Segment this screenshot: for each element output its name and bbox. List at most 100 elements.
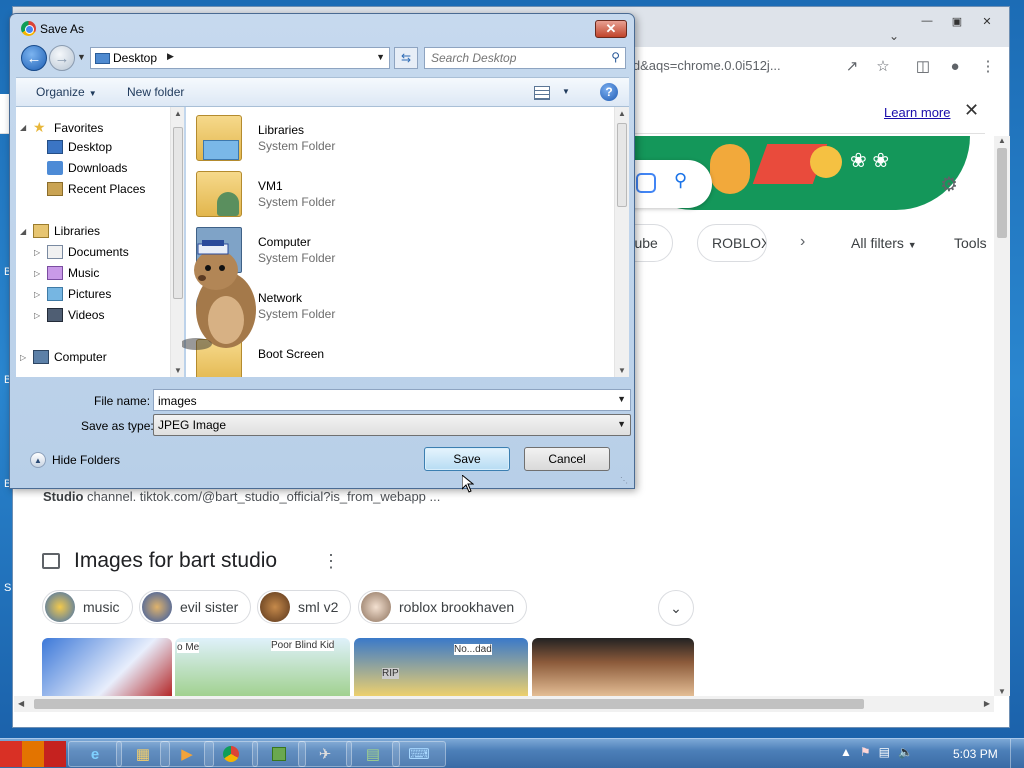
action-center-icon[interactable]: ⚑ bbox=[860, 745, 871, 759]
show-desktop-button[interactable] bbox=[1010, 739, 1024, 768]
nav-recent-places[interactable]: Recent Places bbox=[34, 182, 145, 196]
volume-muted-icon[interactable]: 🔈 bbox=[898, 745, 913, 759]
tab-search-icon[interactable]: ⌄ bbox=[889, 29, 899, 43]
tree-collapsed-icon[interactable]: ▷ bbox=[20, 353, 28, 362]
scroll-left-icon[interactable]: ◀ bbox=[18, 699, 24, 708]
location-dropdown-icon[interactable]: ▼ bbox=[376, 52, 385, 62]
share-icon[interactable]: ↗ bbox=[842, 56, 862, 76]
file-name-field[interactable]: ▼ bbox=[153, 389, 631, 411]
tree-collapsed-icon[interactable]: ▷ bbox=[34, 290, 42, 299]
forward-button[interactable]: → bbox=[49, 45, 75, 71]
hide-folders-button[interactable]: ▲ Hide Folders bbox=[30, 452, 120, 468]
tree-expanded-icon[interactable]: ◢ bbox=[20, 123, 28, 132]
scroll-thumb[interactable] bbox=[617, 123, 627, 207]
scroll-down-icon[interactable]: ▼ bbox=[618, 366, 626, 375]
show-hidden-icons[interactable]: ▲ bbox=[840, 745, 852, 759]
new-folder-button[interactable]: New folder bbox=[127, 85, 184, 99]
file-name: Network bbox=[258, 291, 303, 305]
nav-documents[interactable]: ▷ Documents bbox=[34, 245, 129, 259]
expand-chips-button[interactable]: ⌄ bbox=[658, 590, 694, 626]
hamster-desktop-pet[interactable] bbox=[182, 240, 262, 352]
file-name-input[interactable] bbox=[158, 393, 608, 408]
image-thumbnail[interactable] bbox=[42, 638, 172, 698]
page-scrollbar-vertical[interactable]: ▲ ▼ bbox=[994, 136, 1010, 696]
more-vert-icon[interactable]: ⋮ bbox=[322, 551, 340, 572]
taskbar-ie[interactable]: e bbox=[68, 741, 122, 767]
view-dropdown-icon[interactable]: ▼ bbox=[562, 87, 570, 96]
bookmark-star-icon[interactable]: ☆ bbox=[873, 56, 893, 76]
tree-collapsed-icon[interactable]: ▷ bbox=[34, 248, 42, 257]
image-thumbnail[interactable] bbox=[532, 638, 694, 698]
minimize-icon[interactable]: — bbox=[913, 12, 941, 30]
tree-collapsed-icon[interactable]: ▷ bbox=[34, 269, 42, 278]
refresh-button[interactable]: ⇆ bbox=[394, 47, 418, 69]
scroll-thumb[interactable] bbox=[34, 699, 864, 709]
chip-roblox[interactable]: ROBLOX bbox=[697, 224, 767, 262]
nav-desktop[interactable]: Desktop bbox=[34, 140, 112, 154]
organize-button[interactable]: Organize ▼ bbox=[36, 85, 97, 99]
breadcrumb-arrow-icon[interactable]: ▶ bbox=[167, 51, 174, 62]
image-chip-evil-sister[interactable]: evil sister bbox=[139, 590, 252, 624]
learn-more-link[interactable]: Learn more bbox=[884, 105, 950, 120]
scroll-up-icon[interactable]: ▲ bbox=[618, 109, 626, 118]
clock[interactable]: 5:03 PM bbox=[953, 747, 998, 761]
page-scrollbar-horizontal[interactable]: ◀ ▶ bbox=[14, 696, 994, 712]
side-panel-icon[interactable]: ◫ bbox=[913, 56, 933, 76]
location-text[interactable]: Desktop bbox=[113, 51, 157, 65]
close-icon[interactable]: ✕ bbox=[973, 12, 1001, 30]
infobar-close-icon[interactable]: ✕ bbox=[964, 100, 979, 121]
nav-videos[interactable]: ▷ Videos bbox=[34, 308, 104, 322]
nav-libraries[interactable]: ◢ Libraries bbox=[20, 224, 100, 238]
search-icon[interactable]: ⚲ bbox=[674, 170, 687, 191]
settings-gear-icon[interactable]: ⚙ bbox=[940, 172, 958, 197]
image-thumbnail[interactable]: No...dad RIP bbox=[354, 638, 528, 698]
view-options-icon[interactable] bbox=[534, 86, 550, 100]
file-item-vm1[interactable]: VM1 System Folder bbox=[196, 171, 456, 225]
image-chip-music[interactable]: music bbox=[42, 590, 133, 624]
save-as-type-select[interactable]: JPEG Image ▼ bbox=[153, 414, 631, 436]
nav-computer[interactable]: ▷ Computer bbox=[20, 350, 107, 364]
recent-locations-dropdown-icon[interactable]: ▼ bbox=[77, 52, 86, 62]
nav-pictures[interactable]: ▷ Pictures bbox=[34, 287, 111, 301]
image-chip-sml-v2[interactable]: sml v2 bbox=[257, 590, 352, 624]
scroll-down-icon[interactable]: ▼ bbox=[174, 366, 182, 375]
help-icon[interactable]: ? bbox=[600, 83, 618, 101]
file-list-scrollbar[interactable]: ▲ ▼ bbox=[614, 107, 629, 377]
file-name-dropdown-icon[interactable]: ▼ bbox=[617, 394, 626, 404]
taskbar-app[interactable]: ⌨ bbox=[392, 741, 446, 767]
menu-dots-icon[interactable]: ⋮ bbox=[978, 56, 998, 76]
nav-music[interactable]: ▷ Music bbox=[34, 266, 99, 280]
search-input[interactable] bbox=[431, 50, 601, 66]
all-filters-button[interactable]: All filters ▼ bbox=[851, 235, 917, 251]
save-button[interactable]: Save bbox=[424, 447, 510, 471]
chevron-right-icon[interactable]: › bbox=[800, 233, 805, 251]
location-bar[interactable]: Desktop ▶ ▼ bbox=[90, 47, 390, 69]
taskbar-app[interactable]: ✈ bbox=[298, 741, 352, 767]
image-thumbnail[interactable]: o Me Poor Blind Kid bbox=[175, 638, 350, 698]
tree-expanded-icon[interactable]: ◢ bbox=[20, 227, 28, 236]
resize-grip-icon[interactable]: ⋱ bbox=[620, 476, 630, 486]
scroll-thumb[interactable] bbox=[997, 148, 1007, 238]
dialog-close-button[interactable]: ✕ bbox=[595, 20, 627, 38]
search-icon[interactable]: ⚲ bbox=[611, 50, 620, 64]
scroll-up-icon[interactable]: ▲ bbox=[998, 136, 1006, 145]
start-button[interactable] bbox=[0, 741, 66, 767]
network-icon[interactable]: ▤ bbox=[879, 745, 890, 759]
image-chip-roblox-brookhaven[interactable]: roblox brookhaven bbox=[358, 590, 528, 624]
nav-favorites[interactable]: ◢ ★ Favorites bbox=[20, 119, 103, 136]
maximize-icon[interactable]: ▣ bbox=[943, 12, 971, 30]
chevron-down-icon[interactable]: ▼ bbox=[617, 419, 626, 429]
file-item-libraries[interactable]: Libraries System Folder bbox=[196, 115, 456, 169]
tools-button[interactable]: Tools bbox=[954, 235, 987, 251]
back-button[interactable]: ← bbox=[21, 45, 47, 71]
scroll-up-icon[interactable]: ▲ bbox=[174, 109, 182, 118]
cancel-button[interactable]: Cancel bbox=[524, 447, 610, 471]
scroll-right-icon[interactable]: ▶ bbox=[984, 699, 990, 708]
taskbar-chrome[interactable] bbox=[204, 741, 258, 767]
search-field[interactable]: ⚲ bbox=[424, 47, 626, 69]
scroll-down-icon[interactable]: ▼ bbox=[998, 687, 1006, 696]
profile-avatar-icon[interactable]: ● bbox=[945, 56, 965, 76]
tree-collapsed-icon[interactable]: ▷ bbox=[34, 311, 42, 320]
nav-downloads[interactable]: Downloads bbox=[34, 161, 127, 175]
lens-icon[interactable] bbox=[636, 173, 656, 193]
